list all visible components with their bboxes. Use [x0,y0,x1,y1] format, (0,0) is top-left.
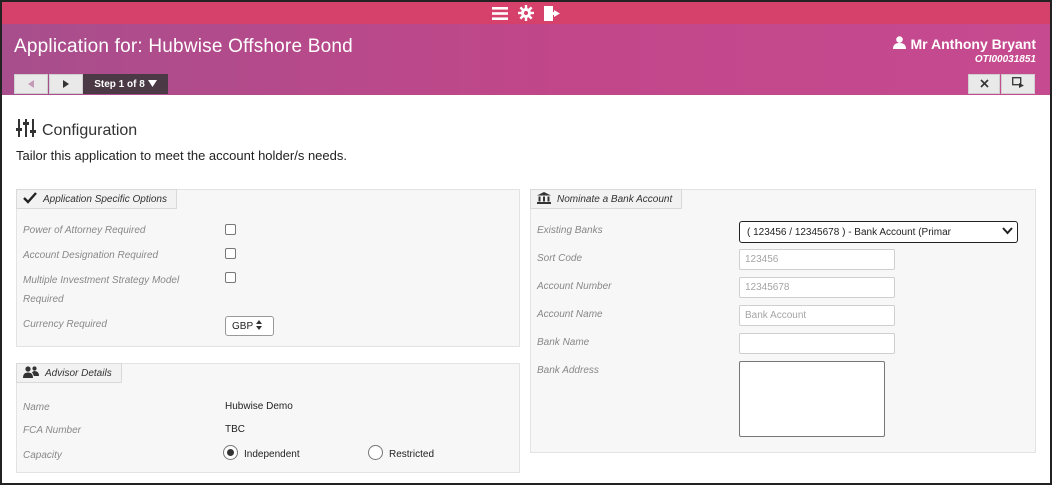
fca-number-value: TBC [225,424,245,435]
sort-code-input[interactable]: 123456 [739,249,895,270]
fca-number-label: FCA Number [23,425,81,436]
advisor-name-label: Name [23,402,50,413]
advisor-details-legend: Advisor Details [16,363,122,383]
gear-icon[interactable] [517,4,535,22]
triangle-left-icon [27,75,35,93]
bank-address-textarea[interactable] [739,361,885,437]
bank-name-label: Bank Name [537,337,590,348]
advisor-details-panel: Advisor Details Name Hubwise Demo FCA Nu… [16,363,520,473]
account-designation-checkbox[interactable] [225,248,236,259]
power-of-attorney-checkbox[interactable] [225,224,236,235]
save-exit-button[interactable] [1001,74,1035,94]
previous-step-button[interactable] [14,74,48,94]
application-options-panel: Application Specific Options Power of At… [16,189,520,347]
user-info: Mr Anthony Bryant OTI00031851 [892,36,1036,65]
close-icon [979,75,989,93]
currency-value: GBP [232,320,254,332]
next-step-button[interactable] [49,74,83,94]
step-dropdown[interactable]: Step 1 of 8 [83,74,168,94]
multi-strategy-label: Multiple Investment Strategy Model [23,275,180,286]
triangle-right-icon [62,75,70,93]
menu-icon[interactable] [491,4,509,22]
bank-account-legend: Nominate a Bank Account [530,189,683,209]
up-down-arrows-icon [256,319,263,333]
user-reference: OTI00031851 [974,54,1036,65]
chevron-down-icon [999,227,1013,238]
top-toolbar [2,2,1050,24]
bank-address-label: Bank Address [537,365,599,376]
advisor-name-value: Hubwise Demo [225,401,293,412]
capacity-restricted-radio[interactable] [368,445,383,460]
caret-down-icon [147,79,157,90]
sliders-icon [16,119,36,142]
bank-name-input[interactable] [739,333,895,354]
existing-banks-label: Existing Banks [537,225,603,236]
application-header: Application for: Hubwise Offshore Bond M… [2,24,1050,95]
user-name: Mr Anthony Bryant [910,36,1036,52]
logout-icon[interactable] [543,4,561,22]
capacity-independent-radio[interactable] [223,445,238,460]
application-options-legend: Application Specific Options [16,189,177,209]
section-title: Configuration [42,121,138,139]
power-of-attorney-label: Power of Attorney Required [23,225,146,236]
save-exit-icon [1012,75,1024,93]
bank-icon [537,191,551,207]
account-name-label: Account Name [537,309,603,320]
close-button[interactable] [968,74,1000,94]
sort-code-label: Sort Code [537,253,583,264]
capacity-restricted-label[interactable]: Restricted [389,449,434,460]
bank-account-panel: Nominate a Bank Account Existing Banks (… [530,189,1036,453]
capacity-label: Capacity [23,450,62,461]
section-intro: Tailor this application to meet the acco… [16,148,347,163]
account-designation-label: Account Designation Required [23,250,159,261]
account-number-label: Account Number [537,281,612,292]
page-title: Application for: Hubwise Offshore Bond [14,36,353,57]
step-label: Step 1 of 8 [94,78,145,90]
multi-strategy-label-continued: Required [23,294,64,305]
section-heading: Configuration [16,119,137,142]
capacity-independent-label[interactable]: Independent [244,449,300,460]
users-icon [23,365,39,381]
existing-banks-select[interactable]: ( 123456 / 12345678 ) - Bank Account (Pr… [739,221,1018,243]
currency-label: Currency Required [23,319,107,330]
multi-strategy-checkbox[interactable] [225,272,236,283]
existing-banks-value: ( 123456 / 12345678 ) - Bank Account (Pr… [747,226,952,238]
user-icon [892,36,906,52]
currency-select[interactable]: GBP [225,316,274,336]
account-number-input[interactable]: 12345678 [739,277,895,298]
application-window: Application for: Hubwise Offshore Bond M… [0,0,1052,485]
account-name-input[interactable]: Bank Account [739,305,895,326]
check-icon [23,191,37,207]
